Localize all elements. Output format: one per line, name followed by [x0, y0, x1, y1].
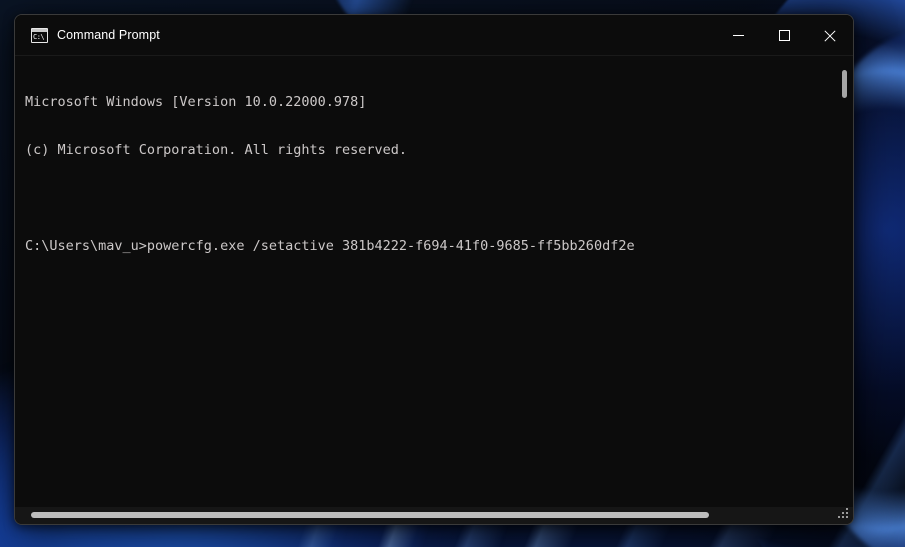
command-prompt-window[interactable]: C:\ Command Prompt Microsoft Windows [Ve… — [14, 14, 854, 525]
titlebar-left-group: C:\ Command Prompt — [15, 27, 160, 43]
maximize-button[interactable] — [761, 15, 807, 56]
console-line: Microsoft Windows [Version 10.0.22000.97… — [25, 94, 367, 110]
minimize-button[interactable] — [715, 15, 761, 56]
close-icon — [824, 29, 836, 42]
console-area[interactable]: Microsoft Windows [Version 10.0.22000.97… — [15, 56, 853, 507]
console-line: C:\Users\mav_u>powercfg.exe /setactive 3… — [25, 238, 635, 254]
console-line: (c) Microsoft Corporation. All rights re… — [25, 142, 408, 158]
window-titlebar[interactable]: C:\ Command Prompt — [15, 15, 853, 56]
horizontal-scrollbar-thumb[interactable] — [31, 512, 709, 518]
console-output[interactable]: Microsoft Windows [Version 10.0.22000.97… — [15, 56, 837, 507]
icon-prompt-glyph: C:\ — [33, 32, 45, 41]
minimize-icon — [732, 35, 744, 36]
vertical-scrollbar-thumb[interactable] — [842, 70, 847, 98]
close-button[interactable] — [807, 15, 853, 56]
window-title: Command Prompt — [57, 28, 160, 42]
resize-grip[interactable] — [838, 508, 849, 521]
vertical-scrollbar[interactable] — [837, 56, 853, 507]
command-prompt-icon: C:\ — [31, 27, 48, 43]
maximize-icon — [778, 30, 790, 41]
window-controls — [715, 15, 853, 56]
horizontal-scrollbar[interactable] — [15, 507, 853, 524]
